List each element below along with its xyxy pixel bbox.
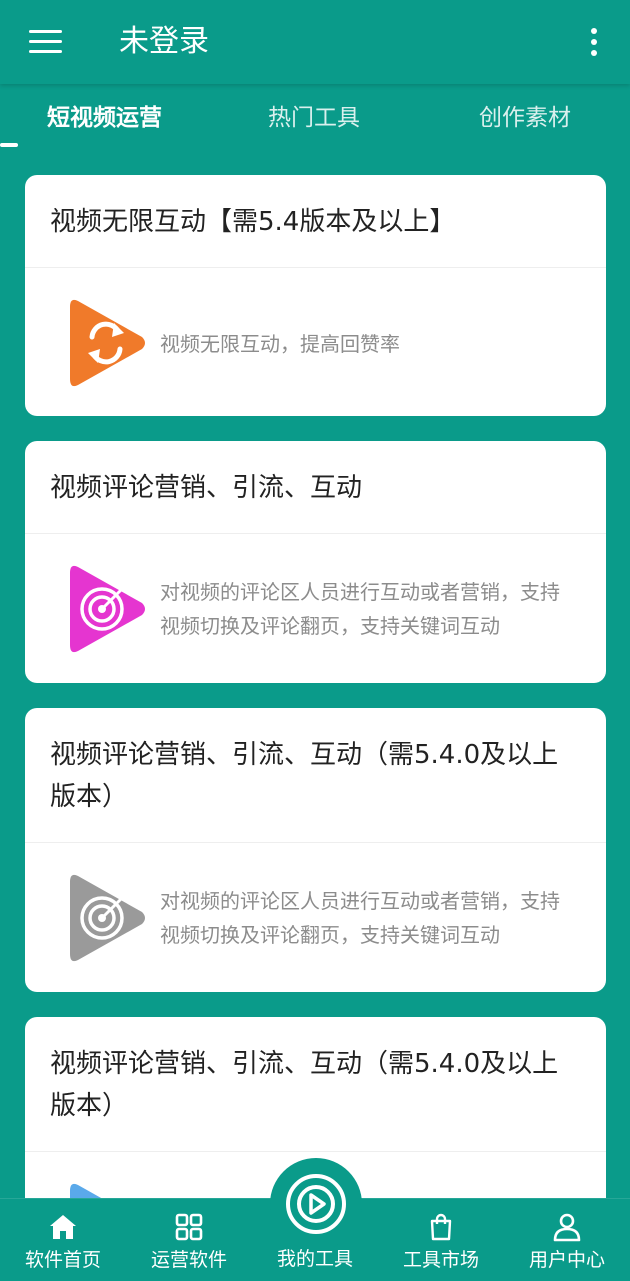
user-icon xyxy=(553,1213,581,1242)
refresh-play-icon xyxy=(70,299,145,387)
card-title: 视频无限互动【需5.4版本及以上】 xyxy=(50,207,456,237)
card-divider xyxy=(25,1151,606,1152)
tab-short-video-ops[interactable]: 短视频运营 xyxy=(47,102,162,134)
app-bar: 未登录 xyxy=(0,0,630,84)
nav-label: 软件首页 xyxy=(24,1249,101,1271)
tool-card[interactable]: 视频评论营销、引流、互动 对视频的评论区人员进行互动或者营销，支持视频切换及评论… xyxy=(25,441,606,683)
nav-label: 工具市场 xyxy=(402,1249,479,1271)
target-play-icon xyxy=(70,874,145,962)
card-title: 视频评论营销、引流、互动 xyxy=(50,473,363,503)
card-divider xyxy=(25,533,606,534)
nav-label: 我的工具 xyxy=(276,1248,353,1270)
hamburger-menu-icon[interactable] xyxy=(29,30,62,54)
card-description: 视频无限互动，提高回赞率 xyxy=(160,332,400,356)
grid-icon xyxy=(175,1213,203,1241)
more-vertical-icon[interactable] xyxy=(582,26,606,58)
tab-indicator xyxy=(0,143,18,147)
tab-bar: 短视频运营 热门工具 创作素材 xyxy=(0,84,630,150)
play-circle-icon xyxy=(286,1174,346,1234)
tool-card[interactable]: 视频评论营销、引流、互动（需5.4.0及以上版本） 对视频的评论区人员进行互动或… xyxy=(25,708,606,992)
nav-tool-market[interactable]: 工具市场 xyxy=(378,1199,504,1281)
my-tools-button[interactable] xyxy=(270,1158,362,1250)
tool-card[interactable]: 视频无限互动【需5.4版本及以上】 视频无限互动，提高回赞率 xyxy=(25,175,606,416)
tab-hot-tools[interactable]: 热门工具 xyxy=(268,102,360,134)
tab-creative-materials[interactable]: 创作素材 xyxy=(479,102,571,134)
target-play-icon xyxy=(70,565,145,653)
shopping-bag-icon xyxy=(430,1213,452,1241)
nav-home[interactable]: 软件首页 xyxy=(0,1199,126,1281)
nav-user-center[interactable]: 用户中心 xyxy=(504,1199,630,1281)
card-title: 视频评论营销、引流、互动（需5.4.0及以上版本） xyxy=(50,1049,559,1121)
card-divider xyxy=(25,842,606,843)
card-description: 对视频的评论区人员进行互动或者营销，支持视频切换及评论翻页，支持关键词互动 xyxy=(160,889,560,947)
nav-label: 用户中心 xyxy=(528,1249,605,1271)
nav-ops-software[interactable]: 运营软件 xyxy=(126,1199,252,1281)
page-title: 未登录 xyxy=(119,24,209,59)
card-title: 视频评论营销、引流、互动（需5.4.0及以上版本） xyxy=(50,740,559,812)
home-icon xyxy=(50,1215,76,1239)
nav-label: 运营软件 xyxy=(150,1249,227,1271)
card-description: 对视频的评论区人员进行互动或者营销，支持视频切换及评论翻页，支持关键词互动 xyxy=(160,580,560,638)
card-divider xyxy=(25,267,606,268)
